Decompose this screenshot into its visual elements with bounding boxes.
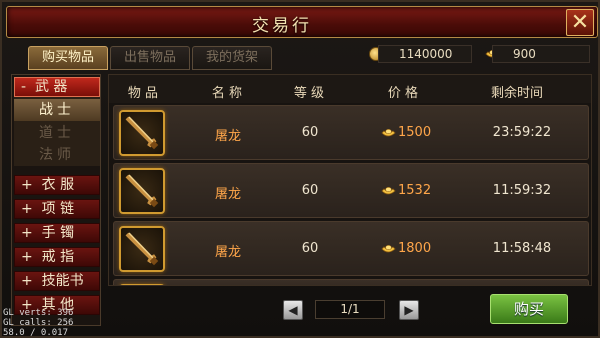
collapse-icon: - [21, 79, 27, 95]
buy-button[interactable]: 购买 [490, 294, 568, 324]
next-page-button[interactable]: ▶ [399, 300, 419, 320]
gold-ingot-balance: 900 [492, 45, 590, 63]
category-label: 衣 服 [41, 177, 75, 193]
expand-icon: + [21, 249, 33, 265]
category-label: 武 器 [34, 79, 68, 95]
table-row[interactable]: 屠龙 60 1800 11:58:48 [113, 221, 589, 276]
tab-buy-items[interactable]: 购买物品 [28, 46, 108, 70]
window-title: 交易行 [252, 16, 312, 36]
category-label: 项 链 [41, 201, 75, 217]
table-header: 物 品 名 称 等 级 价 格 剩余时间 [109, 75, 591, 103]
item-price: 1500 [398, 125, 432, 140]
gold-coin-balance: 1140000 [378, 45, 472, 63]
gold-ingot-icon [381, 186, 396, 195]
gold-ingot-icon [381, 128, 396, 137]
header-price: 价 格 [387, 86, 419, 101]
item-name: 屠龙 [214, 245, 241, 260]
tab-sell-items[interactable]: 出售物品 [110, 46, 190, 70]
close-button[interactable]: ✕ [566, 9, 594, 36]
arrow-left-icon: ◀ [288, 303, 298, 317]
category-ring[interactable]: + 戒 指 [14, 247, 100, 267]
arrow-right-icon: ▶ [404, 303, 414, 317]
item-slot[interactable] [119, 110, 165, 156]
item-price: 1800 [398, 241, 432, 256]
item-level: 60 [301, 241, 319, 256]
prev-page-button[interactable]: ◀ [283, 300, 303, 320]
item-time-left: 11:58:48 [492, 241, 552, 256]
sword-icon [125, 174, 159, 208]
header-time-left: 剩余时间 [490, 86, 543, 101]
table-row-partial[interactable] [113, 279, 589, 285]
expand-icon: + [21, 177, 33, 193]
trade-window: 交易行 ✕ 购买物品 出售物品 我的货架 1140000 900 - 武 器 战… [0, 0, 600, 338]
page-indicator: 1/1 [315, 300, 385, 319]
category-bracelet[interactable]: + 手 镯 [14, 223, 100, 243]
item-time-left: 11:59:32 [492, 183, 552, 198]
category-weapons[interactable]: - 武 器 [14, 77, 100, 97]
expand-icon: + [21, 225, 33, 241]
item-time-left: 23:59:22 [492, 125, 552, 140]
header-item: 物 品 [127, 86, 159, 101]
category-label: 技能书 [41, 273, 84, 289]
expand-icon: + [21, 201, 33, 217]
gold-ingot-icon [381, 244, 396, 253]
debug-fps: 58.0 / 0.017 [3, 328, 69, 338]
debug-gl-calls: GL calls: 256 [3, 318, 74, 328]
item-name: 屠龙 [214, 129, 241, 144]
item-slot[interactable] [119, 284, 165, 285]
category-necklace[interactable]: + 项 链 [14, 199, 100, 219]
title-bar: 交易行 ✕ [6, 6, 598, 38]
category-skill-book[interactable]: + 技能书 [14, 271, 100, 291]
category-clothes[interactable]: + 衣 服 [14, 175, 100, 195]
table-row[interactable]: 屠龙 60 1500 23:59:22 [113, 105, 589, 160]
subcategory-mage[interactable]: 法师 [14, 144, 100, 166]
debug-gl-verts: GL verts: 396 [3, 308, 74, 318]
weapon-subcategories: 战士 道士 法师 [14, 97, 100, 166]
item-slot[interactable] [119, 168, 165, 214]
table-row[interactable]: 屠龙 60 1532 11:59:32 [113, 163, 589, 218]
tab-my-shelf[interactable]: 我的货架 [192, 46, 272, 70]
header-level: 等 级 [293, 86, 325, 101]
subcategory-taoist[interactable]: 道士 [14, 122, 100, 144]
subcategory-warrior[interactable]: 战士 [14, 99, 100, 121]
item-level: 60 [301, 183, 319, 198]
listing-table: 物 品 名 称 等 级 价 格 剩余时间 屠龙 60 1500 23:59:22 [108, 74, 592, 286]
item-price: 1532 [398, 183, 432, 198]
category-sidebar: - 武 器 战士 道士 法师 + 衣 服 + 项 链 + 手 镯 + 戒 指 +… [11, 74, 101, 326]
category-label: 戒 指 [41, 249, 75, 265]
sword-icon [125, 232, 159, 266]
item-level: 60 [301, 125, 319, 140]
close-icon: ✕ [570, 10, 590, 35]
header-name: 名 称 [211, 86, 243, 101]
expand-icon: + [21, 273, 33, 289]
category-label: 手 镯 [41, 225, 75, 241]
item-name: 屠龙 [214, 187, 241, 202]
sword-icon [125, 116, 159, 150]
item-slot[interactable] [119, 226, 165, 272]
